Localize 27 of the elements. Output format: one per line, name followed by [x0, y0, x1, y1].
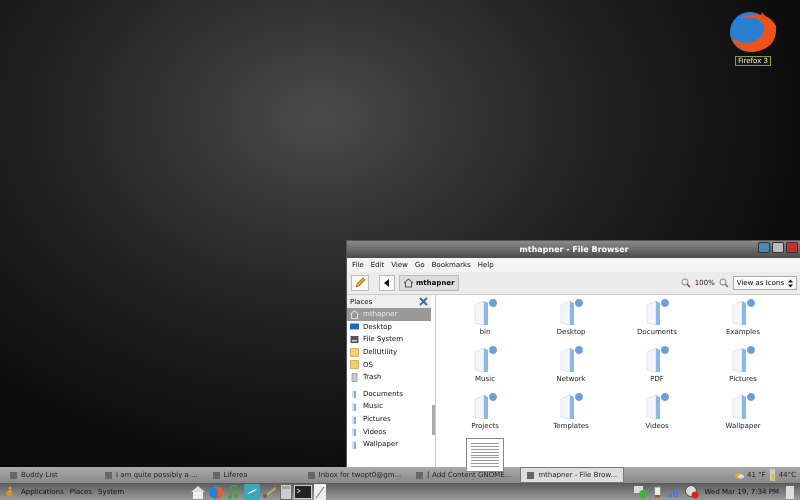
pencil-button[interactable] [351, 275, 369, 291]
minimize-button[interactable] [758, 242, 770, 253]
signal-icon [666, 486, 679, 496]
house-icon [403, 278, 414, 288]
trash-icon [350, 372, 359, 382]
drive-icon [350, 334, 359, 344]
house-icon[interactable] [190, 484, 206, 500]
terminal-icon[interactable] [294, 484, 312, 498]
maximize-button[interactable] [772, 242, 784, 253]
battery-icon [654, 486, 661, 498]
trash-icon[interactable] [785, 484, 795, 498]
thermometer-icon [768, 469, 776, 481]
back-button[interactable] [379, 275, 395, 291]
network-status-icon [634, 486, 648, 498]
zoom-out-icon[interactable] [680, 278, 691, 288]
spinner-arrows-icon [788, 278, 793, 288]
calculator-icon[interactable] [280, 484, 292, 500]
close-icon[interactable] [419, 297, 428, 306]
zoom-in-icon[interactable] [718, 278, 729, 288]
desktop-icon [350, 322, 359, 332]
document-thumbnail[interactable] [466, 438, 504, 472]
window-title: mthapner - File Browser [519, 245, 629, 254]
house-icon [350, 310, 359, 319]
pencil-icon [354, 277, 366, 289]
text-editor-icon[interactable] [314, 484, 326, 500]
weather-icon [735, 472, 744, 478]
back-arrow-icon [384, 279, 390, 287]
